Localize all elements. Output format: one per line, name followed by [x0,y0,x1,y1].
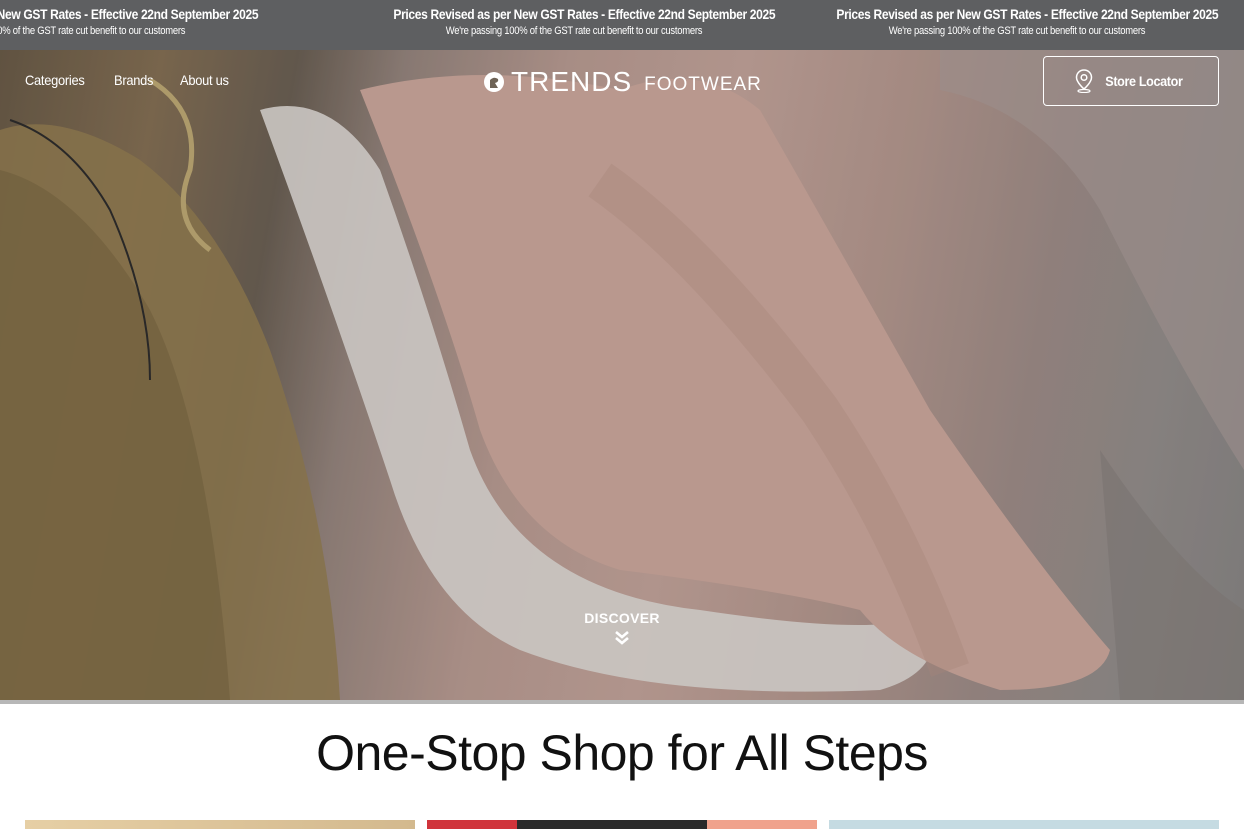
announcement-item: Prices Revised as per New GST Rates - Ef… [0,6,267,37]
announcement-subtitle: We're passing 100% of the GST rate cut b… [445,25,703,37]
nav-about-us[interactable]: About us [180,72,229,88]
reliance-logo-icon [484,72,504,92]
discover-label: DISCOVER [584,610,660,626]
announcement-title: Prices Revised as per New GST Rates - Ef… [836,6,1219,22]
site-logo[interactable]: TRENDS FOOTWEAR [483,66,762,98]
hero-overlay [0,50,1244,700]
hero-divider [0,700,1244,704]
discover-button[interactable]: DISCOVER [522,610,722,646]
store-locator-label: Store Locator [1105,73,1183,89]
nav-categories[interactable]: Categories [25,72,85,88]
announcement-subtitle: We're passing 100% of the GST rate cut b… [888,25,1146,37]
category-card[interactable] [829,820,1219,829]
store-locator-button[interactable]: Store Locator [1043,56,1219,106]
main-nav: Categories Brands About us [25,72,233,88]
announcement-subtitle: We're passing 100% of the GST rate cut b… [0,25,186,37]
announcement-item: Prices Revised as per New GST Rates - Ef… [807,6,1227,37]
announcement-title: Prices Revised as per New GST Rates - Ef… [393,6,776,22]
announcement-item: Prices Revised as per New GST Rates - Ef… [364,6,784,37]
logo-brand-text: TRENDS [511,66,633,97]
announcement-title: Prices Revised as per New GST Rates - Ef… [0,6,259,22]
category-card[interactable] [427,820,817,829]
category-card[interactable] [25,820,415,829]
map-pin-icon [1075,69,1093,93]
nav-brands[interactable]: Brands [114,72,153,88]
announcement-bar: Prices Revised as per New GST Rates - Ef… [0,0,1244,50]
section-title: One-Stop Shop for All Steps [316,725,928,781]
double-chevron-down-icon [615,631,629,645]
logo-sub-text: FOOTWEAR [644,74,762,95]
hero-banner [0,50,1244,700]
